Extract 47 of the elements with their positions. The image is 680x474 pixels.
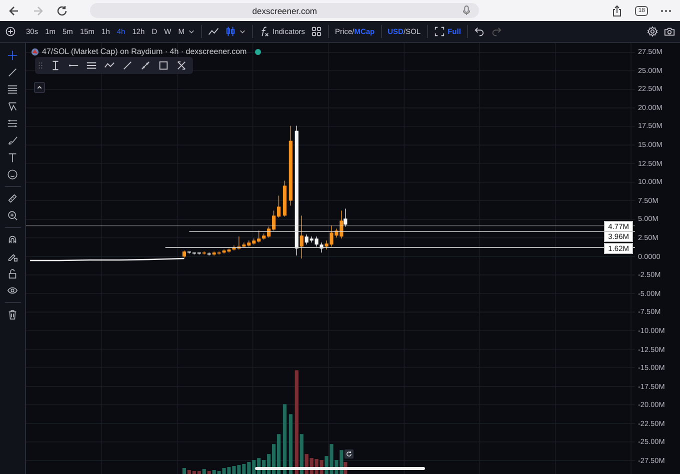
eye-icon[interactable]: [7, 285, 18, 296]
text-cursor-icon[interactable]: [50, 60, 61, 71]
fib-icon[interactable]: [7, 84, 18, 95]
url-text: dexscreener.com: [252, 6, 318, 16]
reset-icon[interactable]: [344, 449, 354, 459]
horizontal-line[interactable]: [26, 225, 635, 226]
add-symbol-icon[interactable]: [5, 26, 16, 37]
line-icon[interactable]: [122, 60, 133, 71]
candles-icon[interactable]: [224, 26, 236, 37]
horizontal-line[interactable]: [164, 247, 635, 248]
token-logo-icon: [31, 48, 39, 56]
line-chart-icon[interactable]: [208, 26, 218, 37]
back-icon[interactable]: [8, 4, 20, 16]
volume-bar: [288, 414, 292, 474]
emoji-icon[interactable]: [7, 169, 18, 180]
undo-icon[interactable]: [474, 26, 485, 37]
parallel-lines-icon[interactable]: [86, 60, 97, 71]
collapse-button[interactable]: [34, 82, 45, 93]
settings-icon[interactable]: [647, 26, 658, 37]
trash-icon[interactable]: [7, 309, 18, 320]
nodes-icon[interactable]: [176, 60, 187, 71]
projection-icon[interactable]: [7, 118, 18, 129]
magnet-icon[interactable]: [7, 234, 18, 245]
camera-icon[interactable]: [664, 26, 675, 37]
trendline-icon[interactable]: [7, 67, 18, 78]
chart-title: 47/SOL (Market Cap) on Raydium · 4h · dexscreener.com: [42, 47, 247, 56]
share-icon[interactable]: [611, 4, 624, 16]
line-segment-icon[interactable]: [140, 60, 151, 71]
grid-icon[interactable]: [311, 26, 322, 37]
candle: [282, 180, 287, 217]
zoom-icon[interactable]: [7, 210, 18, 221]
lock-icon[interactable]: [7, 268, 18, 279]
brush-icon[interactable]: [7, 135, 18, 146]
address-bar[interactable]: dexscreener.com: [90, 3, 480, 18]
expand-icon: [434, 26, 445, 37]
microphone-icon[interactable]: [462, 5, 472, 16]
text-icon[interactable]: [7, 152, 18, 163]
volume-bar: [282, 404, 287, 474]
chevron-icon[interactable]: [238, 28, 246, 35]
ruler-icon[interactable]: [7, 193, 18, 204]
rectangle-icon[interactable]: [158, 60, 169, 71]
chevron-icon[interactable]: [188, 28, 194, 35]
horizontal-line[interactable]: [188, 231, 635, 232]
reload-icon[interactable]: [56, 4, 68, 16]
lock-draw-icon[interactable]: [7, 251, 18, 262]
crosshair-icon[interactable]: [7, 50, 18, 61]
pattern-icon[interactable]: [7, 101, 18, 112]
